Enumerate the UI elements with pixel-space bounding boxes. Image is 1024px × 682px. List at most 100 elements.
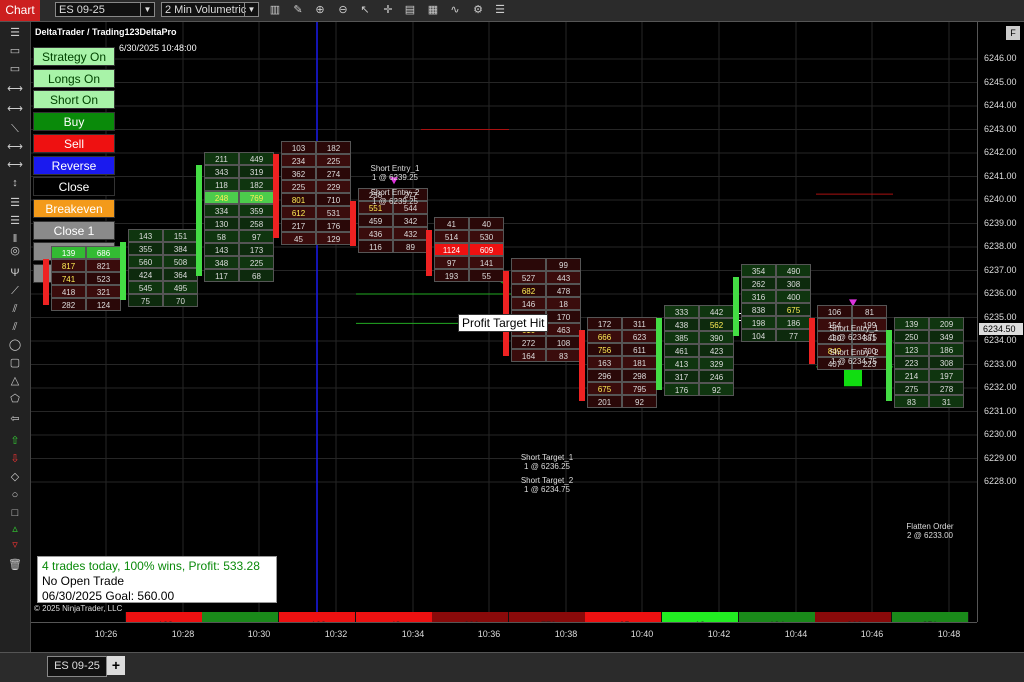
footprint-cell: 756 <box>587 342 622 356</box>
strategy-icon[interactable]: ⚙ <box>471 3 485 17</box>
footprint-cell: 801 <box>281 192 316 206</box>
pitchfork-icon[interactable]: Ψ <box>7 266 23 280</box>
fib-icon[interactable]: ☰ <box>7 196 23 210</box>
strategy-button-strategy-on[interactable]: Strategy On <box>33 47 115 66</box>
footprint-cell: 45 <box>281 231 316 245</box>
diamond-icon[interactable]: ◇ <box>7 470 23 484</box>
strategy-button-breakeven[interactable]: Breakeven <box>33 198 115 218</box>
footprint-cell: 70 <box>163 293 198 307</box>
time-label: 10:34 <box>401 629 425 639</box>
footprint-cell: 531 <box>316 205 351 219</box>
fib-circle-icon[interactable]: ◎ <box>7 244 23 258</box>
instrument-selector[interactable]: ES 09-25 ▼ <box>55 2 155 17</box>
strategy-button-close[interactable]: Close <box>33 177 115 197</box>
short-entry-2-label: Short Entry_2 <box>370 188 420 197</box>
trend-line-icon[interactable]: ⟍ <box>7 122 23 136</box>
triangle-up-icon[interactable]: ▵ <box>7 522 23 536</box>
strategy-button-longs-on[interactable]: Longs On <box>33 68 115 88</box>
price-label: 6244.00 <box>984 100 1017 110</box>
footprint-cell: 478 <box>546 284 581 298</box>
indicator-icon[interactable]: ∿ <box>448 3 462 17</box>
footprint-cell: 83 <box>546 349 581 363</box>
footprint-cell: 123 <box>894 342 929 356</box>
strategy-button-buy[interactable]: Buy <box>33 112 115 132</box>
footprint-cell: 262 <box>741 277 776 290</box>
footprint-cell: 390 <box>699 331 734 345</box>
add-tab-button[interactable]: + <box>107 656 125 675</box>
trash-icon[interactable]: 🗑 <box>7 558 23 572</box>
zoom-in-icon[interactable]: ⊕ <box>313 3 327 17</box>
footprint-cell: 349 <box>929 329 964 343</box>
risk-reward-icon[interactable]: ▭ <box>7 62 23 76</box>
square-icon[interactable]: □ <box>7 506 23 520</box>
bar-delta-cell <box>49 612 126 622</box>
panel-menu-icon[interactable]: F <box>1006 26 1020 40</box>
arrow-up-icon[interactable]: ⇧ <box>7 434 23 448</box>
channel-icon[interactable]: ⫽ <box>7 302 23 316</box>
ray-icon[interactable]: ⟷ <box>7 102 23 116</box>
parallel-icon[interactable]: ⫽ <box>7 320 23 334</box>
zoom-out-icon[interactable]: ⊖ <box>336 3 350 17</box>
candle-body <box>120 241 126 301</box>
bar-type-icon[interactable]: ▥ <box>268 3 282 17</box>
candle-body <box>196 165 202 276</box>
footprint-cell: 321 <box>86 285 121 299</box>
data-box-icon[interactable]: ▤ <box>403 3 417 17</box>
interval-selector[interactable]: 2 Min Volumetric ▼ <box>161 2 259 17</box>
grid-icon[interactable]: ▦ <box>426 3 440 17</box>
footprint-cell: 164 <box>511 349 546 363</box>
region-icon[interactable]: ⇦ <box>7 412 23 426</box>
fib-extension-icon[interactable]: ☰ <box>7 214 23 228</box>
crosshair-icon[interactable]: ✛ <box>381 3 395 17</box>
ruler-icon[interactable]: ▭ <box>7 44 23 58</box>
strategy-button-short-on[interactable]: Short On <box>33 90 115 110</box>
strategy-button-close-1[interactable]: Close 1 <box>33 220 115 240</box>
price-label: 6232.00 <box>984 382 1017 392</box>
footprint-cell: 311 <box>622 316 657 330</box>
bar-delta-cell: -770 <box>509 612 586 622</box>
footprint-cell: 308 <box>776 277 811 290</box>
bar-delta-cell: -103 <box>279 612 356 622</box>
pencil-icon[interactable]: ✎ <box>291 3 305 17</box>
instrument-tab[interactable]: ES 09-25 <box>47 656 107 677</box>
chart-tab[interactable]: Chart <box>0 0 40 21</box>
triangle-down-icon[interactable]: ▿ <box>7 538 23 552</box>
pointer-icon[interactable]: ☰ <box>7 26 23 40</box>
polygon-icon[interactable]: ⬠ <box>7 392 23 406</box>
strategy-button-reverse[interactable]: Reverse <box>33 155 115 175</box>
gann-fan-icon[interactable]: ⟋ <box>7 284 23 298</box>
footprint-cell: 686 <box>86 246 121 260</box>
pointer-icon[interactable]: ↖ <box>358 3 372 17</box>
arrow-down-icon[interactable]: ⇩ <box>7 452 23 466</box>
line-icon[interactable]: ⟷ <box>7 82 23 96</box>
triangle-icon[interactable]: △ <box>7 374 23 388</box>
rectangle-icon[interactable]: ▢ <box>7 356 23 370</box>
footprint-cell: 527 <box>511 271 546 285</box>
footprint-cell: 198 <box>741 316 776 329</box>
footprint-cell: 209 <box>929 316 964 330</box>
footprint-cell: 449 <box>239 152 274 166</box>
time-axis[interactable]: 10:26 10:28 10:30 10:32 10:34 10:36 10:38 10:40… <box>31 622 977 653</box>
ellipse-icon[interactable]: ◯ <box>7 338 23 352</box>
strategy-button-sell[interactable]: Sell <box>33 133 115 153</box>
chart-plot-area[interactable]: DeltaTrader / Trading123DeltaPro 6/30/20… <box>31 22 977 622</box>
trade-info-panel: 4 trades today, 100% wins, Profit: 533.2… <box>37 556 277 603</box>
footprint-cell: 99 <box>546 258 581 272</box>
footprint-cell: 545 <box>128 280 163 294</box>
vertical-line-icon[interactable]: ↕ <box>7 176 23 190</box>
extended-line-icon[interactable]: ⟷ <box>7 140 23 154</box>
drawing-toolbar: ☰ ▭ ▭ ⟷ ⟷ ⟍ ⟷ ⟷ ↕ ☰ ☰ ‖ ◎ Ψ ⟋ ⫽ ⫽ ◯ ▢ △ … <box>0 22 31 652</box>
short-entry-1b-label: Short Entry_1 <box>829 324 879 333</box>
price-axis[interactable]: F 6246.00 6245.00 6244.00 6243.00 6242.00 624… <box>977 22 1024 622</box>
horizontal-line-icon[interactable]: ⟷ <box>7 158 23 172</box>
footprint-cell: 214 <box>894 368 929 382</box>
footprint-cell: 296 <box>587 368 622 382</box>
candle-body <box>273 153 279 239</box>
price-label: 6238.00 <box>984 241 1017 251</box>
dot-icon[interactable]: ○ <box>7 488 23 502</box>
properties-icon[interactable]: ☰ <box>493 3 507 17</box>
price-label: 6230.00 <box>984 429 1017 439</box>
daily-goal: 06/30/2025 Goal: 560.00 <box>42 589 175 603</box>
bar-delta-cell: 194 <box>739 612 816 622</box>
price-label: 6241.00 <box>984 170 1017 181</box>
